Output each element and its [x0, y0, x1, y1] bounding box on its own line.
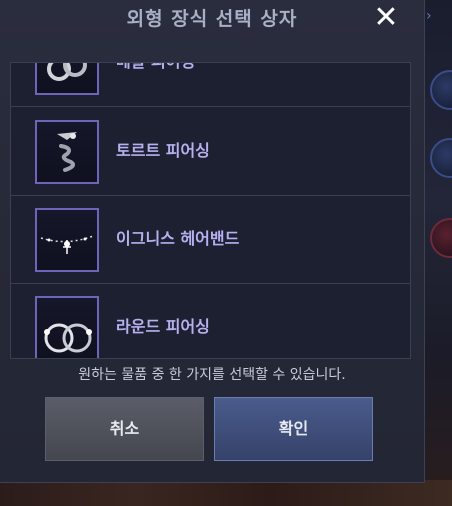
round-piercing-icon [35, 296, 99, 358]
close-icon[interactable]: ✕ [370, 2, 402, 34]
cancel-button[interactable]: 취소 [45, 397, 204, 461]
list-item[interactable]: 메탈 피어싱 [11, 63, 410, 107]
list-item[interactable]: 라운드 피어싱 [11, 283, 410, 358]
background-scenery [0, 480, 452, 506]
list-item[interactable]: 이그니스 헤어밴드 [11, 195, 410, 284]
list-item[interactable]: 토르트 피어싱 [11, 107, 410, 196]
metal-piercing-icon [35, 63, 99, 95]
ignis-hairband-icon [35, 208, 99, 272]
item-list[interactable]: 메탈 피어싱 토르트 피어싱 [10, 62, 411, 359]
dialog-title: 외형 장식 선택 상자 [126, 8, 298, 30]
tort-piercing-icon [35, 120, 99, 184]
selection-box-dialog: 외형 장식 선택 상자 ✕ 메탈 피어싱 [0, 0, 425, 483]
confirm-button[interactable]: 확인 [214, 397, 373, 461]
selection-notice: 원하는 물품 중 한 가지를 선택할 수 있습니다. [78, 367, 346, 383]
chevron-right-icon: › [426, 8, 432, 24]
item-name: 라운드 피어싱 [116, 317, 210, 336]
item-name: 이그니스 헤어밴드 [116, 229, 240, 248]
item-name: 토르트 피어싱 [116, 141, 210, 160]
item-name: 메탈 피어싱 [116, 63, 195, 106]
